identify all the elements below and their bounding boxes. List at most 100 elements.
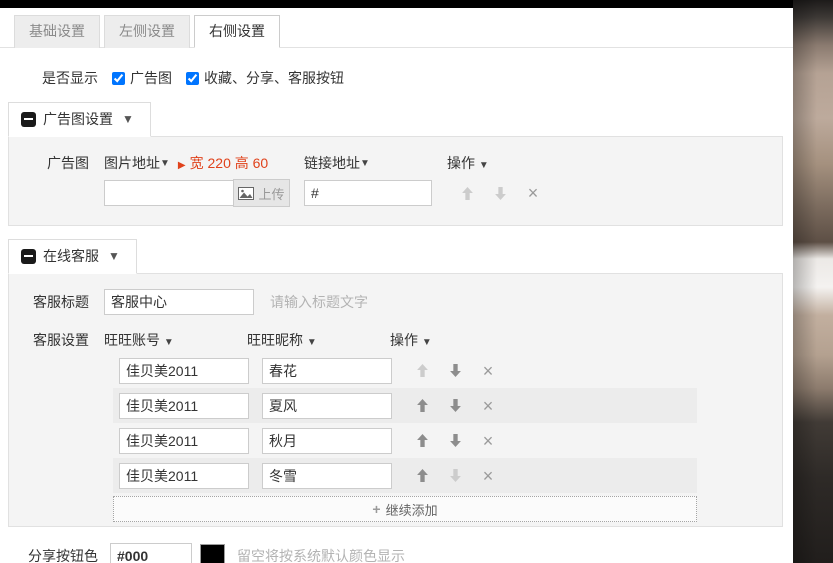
delete-button[interactable]: × bbox=[478, 396, 498, 416]
delete-button[interactable]: × bbox=[478, 431, 498, 451]
move-down-button[interactable] bbox=[445, 396, 465, 416]
tab-left-settings[interactable]: 左侧设置 bbox=[104, 15, 190, 48]
down-arrow-icon bbox=[449, 469, 462, 482]
down-arrow-icon bbox=[449, 434, 462, 447]
move-up-button[interactable] bbox=[412, 361, 432, 381]
ad-settings-section: 广告图设置 ▼ 广告图 图片地址 ▼ ▶宽 220 高 60 链接地址 ▼ 操作… bbox=[8, 102, 783, 226]
account-input[interactable] bbox=[119, 463, 249, 489]
ad-section-header[interactable]: 广告图设置 ▼ bbox=[8, 102, 151, 137]
move-down-button[interactable] bbox=[445, 361, 465, 381]
caret-down-icon: ▼ bbox=[479, 160, 489, 171]
caret-down-icon: ▼ bbox=[307, 337, 317, 348]
account-column-header[interactable]: 旺旺账号 bbox=[104, 332, 160, 348]
service-section-body: 客服标题 请输入标题文字 客服设置 旺旺账号 ▼ 旺旺昵称 ▼ 操作 ▼ bbox=[8, 273, 783, 527]
up-arrow-icon bbox=[416, 469, 429, 482]
service-title-hint: 请输入标题文字 bbox=[270, 292, 368, 312]
move-up-button[interactable] bbox=[457, 183, 477, 203]
move-up-button[interactable] bbox=[412, 396, 432, 416]
ad-section-title: 广告图设置 bbox=[43, 109, 113, 129]
service-columns-header: 客服设置 旺旺账号 ▼ 旺旺昵称 ▼ 操作 ▼ bbox=[9, 330, 782, 350]
online-service-section: 在线客服 ▼ 客服标题 请输入标题文字 客服设置 旺旺账号 ▼ 旺旺昵称 ▼ bbox=[8, 239, 783, 527]
up-arrow-icon bbox=[416, 399, 429, 412]
service-rows: × × bbox=[113, 353, 697, 493]
background-photo bbox=[793, 0, 833, 563]
image-size-hint: ▶宽 220 高 60 bbox=[178, 153, 268, 173]
share-color-row: 分享按钮色 留空将按系统默认颜色显示 bbox=[0, 543, 793, 563]
add-more-button[interactable]: + 继续添加 bbox=[113, 496, 697, 522]
image-url-input[interactable] bbox=[104, 180, 234, 206]
share-buttons-checkbox-label: 收藏、分享、客服按钮 bbox=[204, 68, 344, 88]
plus-icon: + bbox=[372, 501, 380, 517]
service-row: × bbox=[113, 423, 697, 458]
image-url-column-header[interactable]: 图片地址 bbox=[104, 153, 160, 173]
image-icon bbox=[238, 187, 254, 200]
move-down-button[interactable] bbox=[445, 431, 465, 451]
nickname-column-header[interactable]: 旺旺昵称 bbox=[247, 332, 303, 348]
color-swatch[interactable] bbox=[200, 544, 225, 563]
display-label: 是否显示 bbox=[42, 68, 98, 88]
top-black-bar bbox=[0, 0, 793, 8]
move-up-button[interactable] bbox=[412, 466, 432, 486]
service-row: × bbox=[113, 353, 697, 388]
service-row: × bbox=[113, 388, 697, 423]
caret-down-icon: ▼ bbox=[164, 337, 174, 348]
tab-basic-settings[interactable]: 基础设置 bbox=[14, 15, 100, 48]
ad-row-label: 广告图 bbox=[9, 153, 104, 173]
delete-button[interactable]: × bbox=[523, 183, 543, 203]
caret-down-icon: ▼ bbox=[360, 158, 370, 169]
collapse-icon[interactable] bbox=[21, 249, 36, 264]
tab-bar: 基础设置 左侧设置 右侧设置 bbox=[0, 8, 793, 48]
nickname-input[interactable] bbox=[262, 428, 392, 454]
link-url-column-header[interactable]: 链接地址 bbox=[304, 153, 360, 173]
delete-button[interactable]: × bbox=[478, 361, 498, 381]
ad-image-checkbox-label: 广告图 bbox=[130, 68, 172, 88]
photo-shade bbox=[793, 0, 833, 563]
down-arrow-icon bbox=[449, 399, 462, 412]
nickname-input[interactable] bbox=[262, 463, 392, 489]
caret-down-icon: ▼ bbox=[422, 337, 432, 348]
checkbox-share-buttons[interactable]: 收藏、分享、客服按钮 bbox=[186, 68, 344, 88]
checkbox-ad-image[interactable]: 广告图 bbox=[112, 68, 172, 88]
move-down-button[interactable] bbox=[490, 183, 510, 203]
service-title-input[interactable] bbox=[104, 289, 254, 315]
share-color-hint: 留空将按系统默认颜色显示 bbox=[237, 546, 405, 563]
caret-down-icon: ▼ bbox=[122, 112, 134, 126]
service-title-row: 客服标题 请输入标题文字 bbox=[9, 288, 782, 316]
ad-section-body: 广告图 图片地址 ▼ ▶宽 220 高 60 链接地址 ▼ 操作 ▼ bbox=[8, 136, 783, 226]
collapse-icon[interactable] bbox=[21, 112, 36, 127]
nickname-input[interactable] bbox=[262, 393, 392, 419]
down-arrow-icon bbox=[494, 187, 507, 200]
move-up-button[interactable] bbox=[412, 431, 432, 451]
down-arrow-icon bbox=[449, 364, 462, 377]
share-buttons-checkbox[interactable] bbox=[186, 72, 199, 85]
display-toggle-row: 是否显示 广告图 收藏、分享、客服按钮 bbox=[42, 68, 793, 88]
upload-button-label: 上传 bbox=[258, 184, 284, 203]
link-url-input[interactable] bbox=[304, 180, 432, 206]
service-title-label: 客服标题 bbox=[9, 292, 104, 312]
service-section-header[interactable]: 在线客服 ▼ bbox=[8, 239, 137, 274]
action-column-header[interactable]: 操作 bbox=[390, 332, 418, 348]
nickname-input[interactable] bbox=[262, 358, 392, 384]
action-column-header[interactable]: 操作 bbox=[447, 155, 475, 171]
service-settings-label: 客服设置 bbox=[9, 330, 104, 350]
arrow-right-icon: ▶ bbox=[178, 160, 186, 171]
upload-button[interactable]: 上传 bbox=[233, 179, 290, 207]
up-arrow-icon bbox=[461, 187, 474, 200]
account-input[interactable] bbox=[119, 393, 249, 419]
move-down-button[interactable] bbox=[445, 466, 465, 486]
ad-input-row: 上传 × bbox=[9, 179, 782, 207]
share-color-input[interactable] bbox=[110, 543, 192, 563]
ad-image-checkbox[interactable] bbox=[112, 72, 125, 85]
service-section-title: 在线客服 bbox=[43, 246, 99, 266]
up-arrow-icon bbox=[416, 434, 429, 447]
account-input[interactable] bbox=[119, 428, 249, 454]
account-input[interactable] bbox=[119, 358, 249, 384]
add-more-label: 继续添加 bbox=[386, 500, 438, 519]
delete-button[interactable]: × bbox=[478, 466, 498, 486]
tab-right-settings[interactable]: 右侧设置 bbox=[194, 15, 280, 48]
share-color-label: 分享按钮色 bbox=[0, 546, 110, 563]
up-arrow-icon bbox=[416, 364, 429, 377]
caret-down-icon: ▼ bbox=[108, 249, 120, 263]
ad-columns-header: 广告图 图片地址 ▼ ▶宽 220 高 60 链接地址 ▼ 操作 ▼ bbox=[9, 153, 782, 173]
settings-panel: 基础设置 左侧设置 右侧设置 是否显示 广告图 收藏、分享、客服按钮 广告图设置… bbox=[0, 8, 793, 563]
